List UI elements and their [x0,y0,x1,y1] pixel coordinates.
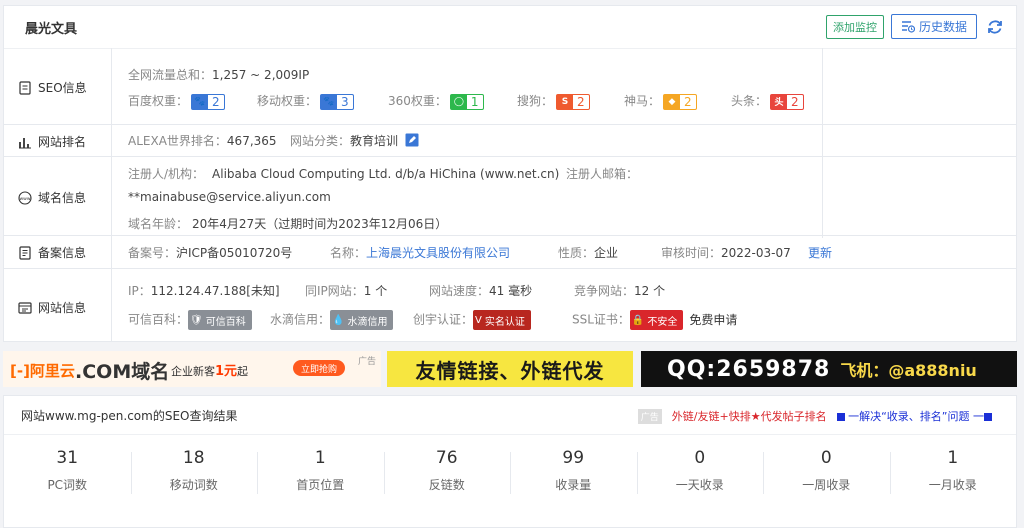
water-drop-icon: 💧 [332,314,345,326]
mobile-weight[interactable]: 移动权重： 🐾 3 [257,92,354,110]
stat-pc-words[interactable]: 31 PC词数 [4,448,131,498]
add-monitor-button[interactable]: 添加监控 [826,15,884,39]
row-divider [4,156,1016,157]
baidu-weight[interactable]: 百度权重： 🐾 2 [128,92,225,110]
edit-icon[interactable] [405,133,419,147]
shenma-icon: ◆ [664,94,681,109]
aliyun-domain-text: .COM域名 [75,361,170,383]
right-divider [822,48,823,238]
history-data-button[interactable]: 历史数据 [891,14,977,39]
panel-header: 晨光文具 添加监控 历史数据 [4,6,1016,49]
ad-tag: 广告 [637,408,662,424]
ranking-ad-link[interactable]: 一解决“收录、排名”问题 一 [836,408,992,424]
site-name: 晨光文具 [25,22,78,37]
icp-number: 备案号：沪ICP备05010720号 [128,246,293,260]
shuidi-credit: 水滴信用： 💧 水滴信用 [270,310,394,330]
shenma-weight[interactable]: 神马： ◆ 2 [624,92,697,110]
registrant-email: **mainabuse@service.aliyun.com [128,190,331,204]
traffic-total: 全网流量总和：1,257 ~ 2,009IP [128,68,310,82]
telegram-contact: 飞机：@a888niu [840,361,977,380]
results-title: 网站www.mg-pen.com的SEO查询结果 [21,409,238,423]
360-icon: ◯ [450,94,467,109]
domain-age: 域名年龄： 20年4月27天（过期时间为2023年12月06日） [128,217,448,231]
chuangyu-cert: 创宇认证： V 实名认证 [413,310,531,330]
same-ip-sites: 同IP网站：1 个 [305,284,388,298]
results-divider [4,434,1016,435]
refresh-icon[interactable] [986,18,1004,36]
domain-info-label: www 域名信息 [18,190,87,205]
shuidi-badge[interactable]: 💧 水滴信用 [330,310,394,330]
kexin-badge[interactable]: 🛡 可信百科 [188,310,252,330]
icp-info-label: 备案信息 [18,244,86,261]
company-link[interactable]: 上海晨光文具股份有限公司 [366,246,510,260]
www-icon: www [18,190,32,205]
stat-indexed[interactable]: 99 收录量 [510,448,637,498]
svg-text:www: www [19,197,30,202]
alexa-rank: ALEXA世界排名：467,365 [128,134,277,148]
toutiao-weight[interactable]: 头条：头 2 [731,92,804,110]
aliyun-ad[interactable]: [-]阿里云 .COM域名 企业新客1元起 立即抢购 广告 [3,351,381,387]
ip-address: IP：112.124.47.188[未知] [128,284,280,298]
verified-v-icon: V [475,314,482,326]
site-rank-label: 网站排名 [18,133,86,150]
ad-banner-row: [-]阿里云 .COM域名 企业新客1元起 立即抢购 广告 友情链接、外链代发 … [0,351,1024,387]
website-info-label: 网站信息 [18,299,86,316]
qq-number: QQ:2659878 [667,356,831,382]
square-icon [836,413,845,421]
toutiao-icon: 头 [771,94,788,109]
registrant-email-label: 注册人邮箱： [566,167,639,181]
baidu-paw-icon: 🐾 [192,94,209,109]
icp-review-date: 审核时间：2022-03-07 [661,246,791,260]
stat-mobile-words[interactable]: 18 移动词数 [130,448,258,498]
sogou-icon: S [557,94,574,109]
baidu-paw-icon: 🐾 [321,94,338,109]
results-ad-links: 广告 外链/友链+快排★代发帖子排名 一解决“收录、排名”问题 一 [637,408,992,424]
stat-indexed-day[interactable]: 0 一天收录 [636,448,764,498]
history-list-icon [901,20,915,33]
row-divider [4,124,1016,125]
bar-chart-icon [19,137,31,148]
shield-icon: 🛡 [190,314,203,326]
document-icon [19,80,31,95]
site-category: 网站分类：教育培训 [290,132,419,149]
square-icon [984,413,992,421]
seo-info-label: SEO信息 [18,79,87,96]
stat-backlinks[interactable]: 76 反链数 [383,448,511,498]
stat-homepage-position[interactable]: 1 首页位置 [257,448,384,498]
icp-nature: 性质：企业 [558,246,619,260]
registrant: 注册人/机构： Alibaba Cloud Computing Ltd. d/b/… [128,167,560,181]
competitor-sites: 竞争网站：12 个 [574,284,666,298]
qq-ad[interactable]: QQ:2659878 飞机：@a888niu [641,351,1017,387]
aliyun-logo: [-]阿里云 [10,362,75,380]
stat-indexed-week[interactable]: 0 一周收录 [763,448,890,498]
record-icon [19,245,31,260]
row-divider [4,268,1016,269]
chuangyu-badge[interactable]: V 实名认证 [473,310,531,330]
ssl-cert: SSL证书： 🔒 不安全 免费申请 [572,310,737,330]
ad-tag: 广告 [358,357,377,367]
sogou-weight[interactable]: 搜狗： S 2 [517,92,590,110]
friend-link-ad[interactable]: 友情链接、外链代发 [387,351,633,387]
stat-indexed-month[interactable]: 1 一月收录 [889,448,1017,498]
360-weight[interactable]: 360权重： ◯ 1 [388,92,484,110]
browser-window-icon [18,301,32,314]
aliyun-promo: 企业新客1元起 [171,364,249,379]
aliyun-buy-button[interactable]: 立即抢购 [293,360,345,376]
stats-row: 31 PC词数 18 移动词数 1 首页位置 76 反链数 99 收录量 0 一天收录 0一… [4,448,1016,498]
ssl-lock-icon: 🔒 [631,314,645,326]
ssl-badge[interactable]: 🔒 不安全 [629,310,684,330]
site-info-panel: 晨光文具 添加监控 历史数据 SEO信息 全网流量总和：1,257 ~ 2,00… [3,5,1017,342]
row-divider [4,235,1016,236]
backlink-ad-link[interactable]: 外链/友链+快排★代发帖子排名 [672,408,827,424]
update-link[interactable]: 更新 [808,244,832,261]
kexin-baike: 可信百科： 🛡 可信百科 [128,310,252,330]
ssl-apply-link[interactable]: 免费申请 [689,313,737,327]
history-data-label: 历史数据 [918,20,967,34]
icp-name: 名称：上海晨光文具股份有限公司 [330,246,511,260]
seo-results-panel: 网站www.mg-pen.com的SEO查询结果 广告 外链/友链+快排★代发帖… [3,395,1017,528]
site-speed: 网站速度：41 毫秒 [429,284,533,298]
